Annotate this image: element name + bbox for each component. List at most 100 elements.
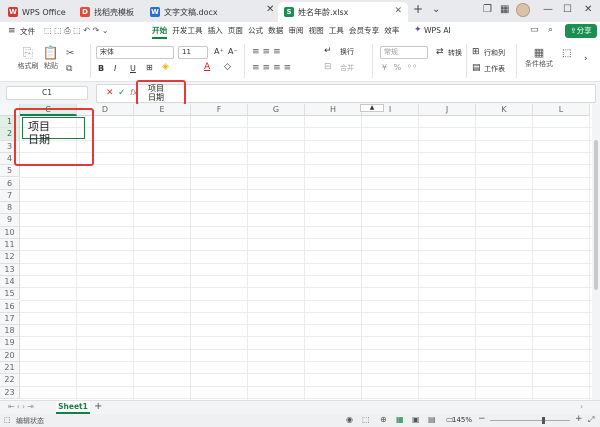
- column-header-g[interactable]: G: [248, 104, 305, 116]
- display-icon[interactable]: ⬚: [362, 415, 370, 424]
- menu-tab-member[interactable]: 会员专享: [349, 25, 379, 39]
- close-icon[interactable]: ✕: [394, 6, 402, 16]
- add-sheet-button[interactable]: +: [94, 401, 102, 412]
- row-header-11[interactable]: 11: [0, 239, 20, 252]
- paste-button[interactable]: 📋 粘贴: [40, 46, 62, 71]
- merge-label[interactable]: 合并: [340, 63, 354, 73]
- page-layout-icon[interactable]: ▣: [412, 415, 420, 424]
- close-icon[interactable]: ✕: [266, 4, 274, 15]
- chevron-right-icon[interactable]: ›: [580, 402, 583, 411]
- row-header-8[interactable]: 8: [0, 202, 20, 215]
- font-grow-icon[interactable]: A⁺: [214, 47, 224, 56]
- column-header-h[interactable]: H: [305, 104, 362, 116]
- column-header-e[interactable]: E: [134, 104, 191, 116]
- sheet-tab-sheet1[interactable]: Sheet1: [56, 401, 90, 414]
- avatar[interactable]: [516, 3, 530, 17]
- merge-icon[interactable]: ⊟: [324, 62, 332, 72]
- border-icon[interactable]: ⊞: [146, 63, 153, 72]
- menu-tab-developer[interactable]: 开发工具: [172, 25, 202, 39]
- worksheet-label[interactable]: 工作表: [484, 64, 505, 74]
- target-icon[interactable]: ⊕: [380, 415, 387, 424]
- row-header-15[interactable]: 15: [0, 288, 20, 301]
- maximize-icon[interactable]: ☐: [563, 4, 572, 15]
- font-shrink-icon[interactable]: A⁻: [228, 47, 238, 56]
- eye-protection-icon[interactable]: ◉: [346, 415, 353, 424]
- confirm-icon[interactable]: ✓: [118, 88, 126, 98]
- row-header-22[interactable]: 22: [0, 374, 20, 387]
- rows-cols-icon[interactable]: ⊞: [472, 47, 480, 57]
- menu-tab-page[interactable]: 页面: [228, 25, 243, 39]
- comment-icon[interactable]: ▭: [530, 25, 539, 35]
- menu-tab-insert[interactable]: 插入: [208, 25, 223, 39]
- font-size-select[interactable]: 11: [178, 46, 208, 59]
- menu-tab-view[interactable]: 视图: [309, 25, 324, 39]
- menu-tab-efficiency[interactable]: 效率: [384, 25, 399, 39]
- rows-cols-label[interactable]: 行和列: [484, 48, 505, 58]
- wps-ai-button[interactable]: WPS AI: [424, 26, 451, 35]
- row-header-12[interactable]: 12: [0, 251, 20, 264]
- row-header-13[interactable]: 13: [0, 263, 20, 276]
- clear-format-icon[interactable]: ◇: [224, 62, 231, 72]
- hamburger-menu-icon[interactable]: ≡: [8, 26, 16, 36]
- row-header-6[interactable]: 6: [0, 177, 20, 190]
- copy-icon[interactable]: ⧉: [66, 64, 72, 74]
- menu-tab-review[interactable]: 审阅: [288, 25, 303, 39]
- vertical-align-icons[interactable]: ≡≡≡: [252, 47, 284, 57]
- font-color-icon[interactable]: A: [204, 62, 210, 72]
- chevron-down-icon[interactable]: ⌄: [432, 4, 440, 15]
- window-close-icon[interactable]: ✕: [584, 4, 592, 15]
- column-header-k[interactable]: K: [476, 104, 533, 116]
- grid-apps-icon[interactable]: ▦: [500, 4, 509, 15]
- cut-icon[interactable]: ✂: [66, 48, 74, 59]
- column-header-j[interactable]: J: [419, 104, 476, 116]
- row-header-16[interactable]: 16: [0, 300, 20, 313]
- zoom-slider[interactable]: [490, 420, 570, 421]
- row-header-9[interactable]: 9: [0, 214, 20, 227]
- number-format-select[interactable]: 常规: [380, 46, 428, 59]
- underline-button[interactable]: U: [130, 64, 136, 73]
- row-header-23[interactable]: 23: [0, 386, 20, 399]
- spreadsheet-grid[interactable]: CDEFGHIJKL 1 2 3 4 5 6 7 8 9 10 11 12 13 14 15 16 17 18 19…: [0, 104, 592, 400]
- tab-wps-office[interactable]: W WPS Office: [2, 2, 74, 22]
- tab-spreadsheet[interactable]: S 姓名年龄.xlsx ✕: [278, 2, 408, 22]
- row-header-17[interactable]: 17: [0, 312, 20, 326]
- zoom-in-button[interactable]: +: [575, 414, 583, 424]
- minimize-icon[interactable]: —: [543, 4, 553, 15]
- tab-docer-templates[interactable]: D 找稻壳模板: [74, 2, 144, 22]
- macro-icon[interactable]: ⬚: [4, 416, 11, 424]
- row-header-19[interactable]: 19: [0, 337, 20, 350]
- chevron-right-icon[interactable]: ›: [584, 54, 588, 64]
- row-header-14[interactable]: 14: [0, 275, 20, 289]
- cell-style-icon[interactable]: ⬚: [562, 48, 571, 59]
- zoom-level[interactable]: 145%: [452, 416, 472, 424]
- zoom-slider-thumb[interactable]: [542, 417, 545, 424]
- new-tab-icon[interactable]: +: [413, 2, 423, 16]
- column-header-f[interactable]: F: [191, 104, 248, 116]
- menu-tab-formula[interactable]: 公式: [248, 25, 263, 39]
- tab-word-document[interactable]: W 文字文稿.docx: [144, 2, 274, 22]
- conditional-format-button[interactable]: ▦ 条件格式: [520, 46, 558, 69]
- row-header-20[interactable]: 20: [0, 349, 20, 362]
- normal-view-icon[interactable]: ▦: [396, 415, 404, 424]
- file-menu[interactable]: 文件: [20, 26, 35, 37]
- fullscreen-icon[interactable]: ⤢: [588, 415, 594, 425]
- sheet-nav-icons[interactable]: ⇤‹›⇥: [8, 402, 36, 411]
- horizontal-align-icons[interactable]: ≡≡≡≡: [252, 63, 294, 73]
- worksheet-icon[interactable]: ▤: [472, 63, 481, 73]
- row-header-5[interactable]: 5: [0, 165, 20, 178]
- row-header-10[interactable]: 10: [0, 226, 20, 239]
- row-header-21[interactable]: 21: [0, 362, 20, 375]
- bold-button[interactable]: B: [98, 64, 104, 73]
- window-restore-icon[interactable]: ❐: [483, 4, 492, 15]
- wrap-icon[interactable]: ↵: [324, 46, 332, 56]
- search-icon[interactable]: ⌕: [548, 25, 553, 35]
- row-header-7[interactable]: 7: [0, 189, 20, 203]
- menu-tab-home[interactable]: 开始: [152, 25, 168, 39]
- wrap-label[interactable]: 换行: [340, 47, 354, 57]
- zoom-out-button[interactable]: −: [478, 414, 486, 424]
- menu-tab-tools[interactable]: 工具: [329, 25, 344, 39]
- scroll-thumb[interactable]: [594, 140, 598, 290]
- convert-icon[interactable]: ⇄: [436, 47, 444, 57]
- column-header-l[interactable]: L: [533, 104, 590, 116]
- menu-tab-data[interactable]: 数据: [268, 25, 283, 39]
